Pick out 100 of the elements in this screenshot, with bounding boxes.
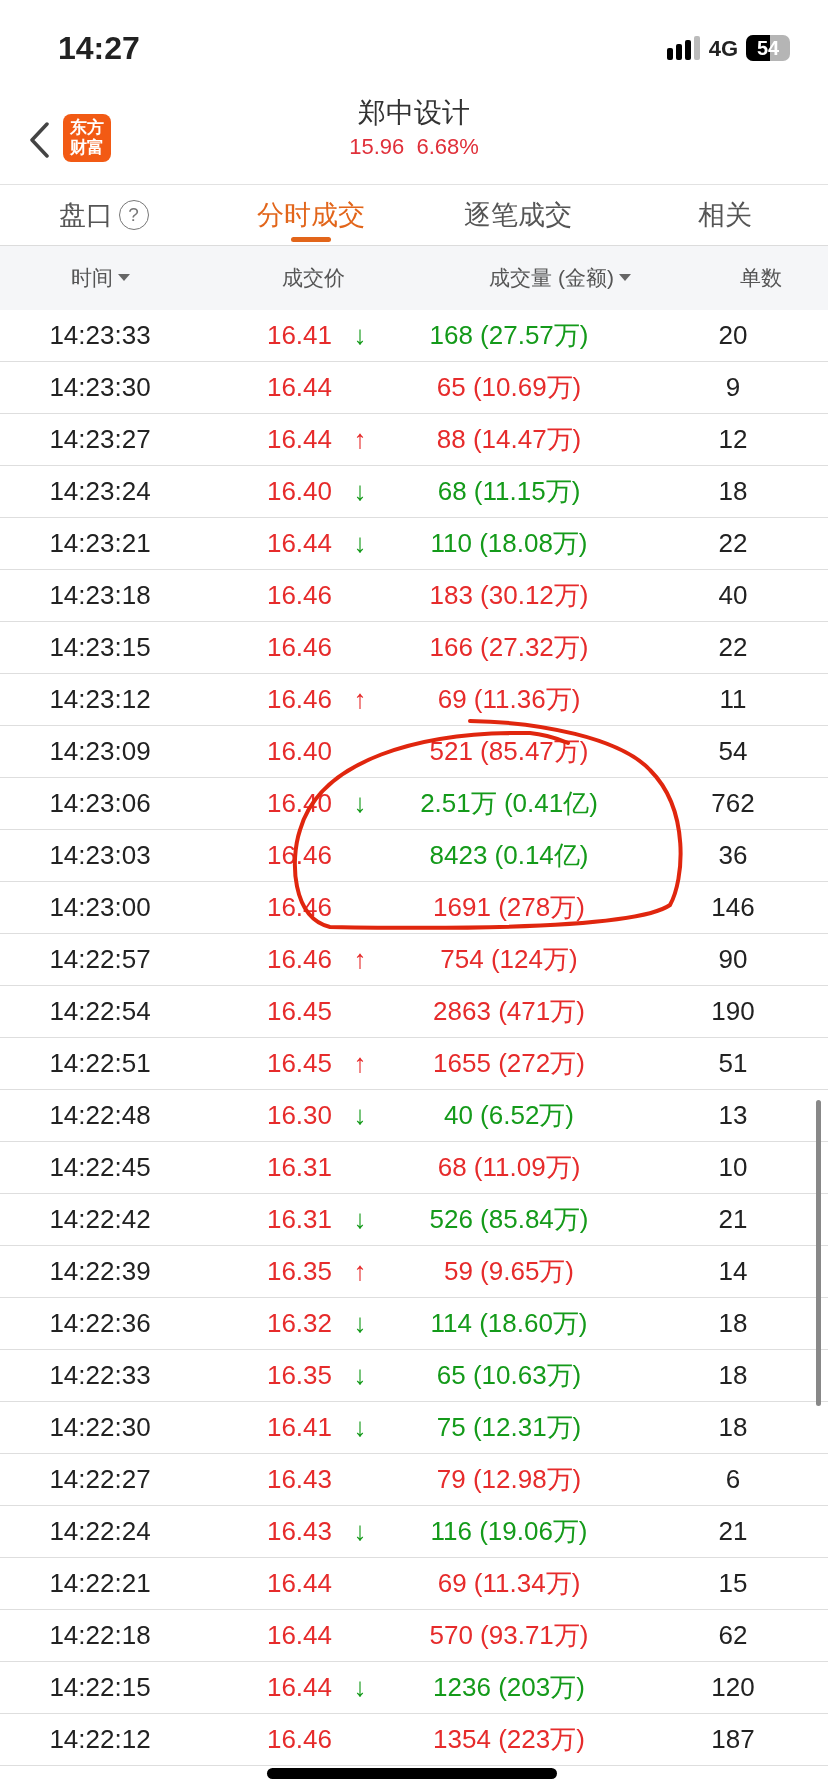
price-change: 6.68%: [416, 134, 479, 159]
trade-volume: 116 (19.06万): [430, 1516, 588, 1546]
trade-time: 14:23:33: [49, 320, 151, 350]
column-header: 单数: [740, 266, 782, 290]
order-count: 762: [711, 788, 755, 818]
trade-volume: 1691 (278万): [433, 892, 585, 922]
column-header[interactable]: 成交量 (金额): [489, 266, 614, 290]
trade-time: 14:22:27: [49, 1464, 151, 1494]
trade-price: 16.46: [266, 1724, 332, 1754]
trade-time: 14:22:54: [49, 996, 151, 1026]
direction-arrow: ↑: [353, 1048, 367, 1078]
trade-price: 16.45: [266, 1048, 332, 1078]
trade-volume: 40 (6.52万): [443, 1100, 575, 1130]
trade-volume: 2.51万 (0.41亿): [420, 788, 598, 818]
trade-price: 16.41: [266, 320, 332, 350]
trade-time: 14:22:39: [49, 1256, 151, 1286]
trade-time: 14:22:30: [49, 1412, 151, 1442]
direction-arrow: ↓: [353, 476, 367, 506]
trade-price: 16.40: [266, 476, 332, 506]
back-icon[interactable]: [28, 122, 50, 158]
trade-volume: 75 (12.31万): [436, 1412, 582, 1442]
trade-volume: 183 (30.12万): [429, 580, 589, 610]
direction-arrow: ↓: [353, 788, 367, 818]
order-count: 36: [718, 840, 748, 870]
trade-volume: 570 (93.71万): [429, 1620, 589, 1650]
trade-volume: 526 (85.84万): [429, 1204, 589, 1234]
app-logo: 东方财富: [63, 114, 111, 162]
order-count: 9: [725, 372, 741, 402]
trade-time: 14:23:21: [49, 528, 151, 558]
order-count: 51: [718, 1048, 748, 1078]
direction-arrow: ↑: [353, 684, 367, 714]
trade-price: 16.35: [266, 1360, 332, 1390]
order-count: 20: [718, 320, 748, 350]
trade-time: 14:23:06: [49, 788, 151, 818]
trade-price: 16.35: [266, 1256, 332, 1286]
trade-time: 14:22:45: [49, 1152, 151, 1182]
trade-time: 14:22:33: [49, 1360, 151, 1390]
order-count: 62: [718, 1620, 748, 1650]
tab[interactable]: 盘口 ?: [0, 185, 207, 245]
trade-price: 16.45: [266, 996, 332, 1026]
trade-volume: 2863 (471万): [433, 996, 585, 1026]
order-count: 187: [711, 1724, 755, 1754]
trade-volume: 59 (9.65万): [443, 1256, 575, 1286]
trade-time: 14:22:12: [49, 1724, 151, 1754]
tab[interactable]: 逐笔成交: [414, 185, 621, 245]
trade-price: 16.30: [266, 1100, 332, 1130]
trade-volume: 1354 (223万): [433, 1724, 585, 1754]
order-count: 12: [718, 424, 748, 454]
trade-volume: 166 (27.32万): [429, 632, 589, 662]
direction-arrow: ↓: [353, 1360, 367, 1390]
direction-arrow: ↑: [353, 424, 367, 454]
direction-arrow: ↓: [353, 1412, 367, 1442]
direction-arrow: ↓: [353, 1204, 367, 1234]
trade-time: 14:23:15: [49, 632, 151, 662]
order-count: 18: [718, 476, 748, 506]
trade-price: 16.40: [266, 736, 332, 766]
order-count: 146: [711, 892, 755, 922]
sort-caret-icon[interactable]: [117, 274, 130, 282]
order-count: 21: [718, 1204, 748, 1234]
trade-price: 16.44: [266, 1620, 332, 1650]
order-count: 22: [718, 632, 748, 662]
sort-caret-icon[interactable]: [618, 274, 631, 282]
direction-arrow: ↓: [353, 320, 367, 350]
order-count: 190: [711, 996, 755, 1026]
order-count: 10: [718, 1152, 748, 1182]
direction-arrow: ↓: [353, 528, 367, 558]
direction-arrow: ↓: [353, 1672, 367, 1702]
trade-price: 16.43: [266, 1464, 332, 1494]
trade-time: 14:22:18: [49, 1620, 151, 1650]
direction-arrow: ↓: [353, 1516, 367, 1546]
direction-arrow: ↑: [353, 944, 367, 974]
order-count: 18: [718, 1360, 748, 1390]
trade-time: 14:23:27: [49, 424, 151, 454]
order-count: 11: [719, 684, 747, 714]
trade-volume: 65 (10.69万): [436, 372, 582, 402]
trade-price: 16.43: [266, 1516, 332, 1546]
column-header[interactable]: 时间: [70, 266, 113, 290]
trade-time: 14:23:30: [49, 372, 151, 402]
order-count: 14: [718, 1256, 748, 1286]
trade-price: 16.44: [266, 528, 332, 558]
trade-time: 14:22:24: [49, 1516, 151, 1546]
trade-volume: 110 (18.08万): [430, 528, 588, 558]
trade-time: 14:22:48: [49, 1100, 151, 1130]
order-count: 21: [718, 1516, 748, 1546]
trade-price: 16.31: [266, 1152, 332, 1182]
stock-price: 15.96: [349, 134, 405, 159]
tab[interactable]: 相关: [621, 185, 828, 245]
trade-price: 16.32: [266, 1308, 332, 1338]
trade-time: 14:23:03: [49, 840, 151, 870]
trade-time: 14:22:51: [49, 1048, 151, 1078]
trade-time: 14:22:36: [49, 1308, 151, 1338]
order-count: 22: [718, 528, 748, 558]
trade-time: 14:23:09: [49, 736, 151, 766]
trade-volume: 168 (27.57万): [429, 320, 589, 350]
trade-price: 16.44: [266, 1568, 332, 1598]
trade-volume: 68 (11.15万): [437, 476, 581, 506]
order-count: 54: [718, 736, 748, 766]
trade-time: 14:23:12: [49, 684, 151, 714]
trade-price: 16.46: [266, 632, 332, 662]
order-count: 120: [711, 1672, 755, 1702]
